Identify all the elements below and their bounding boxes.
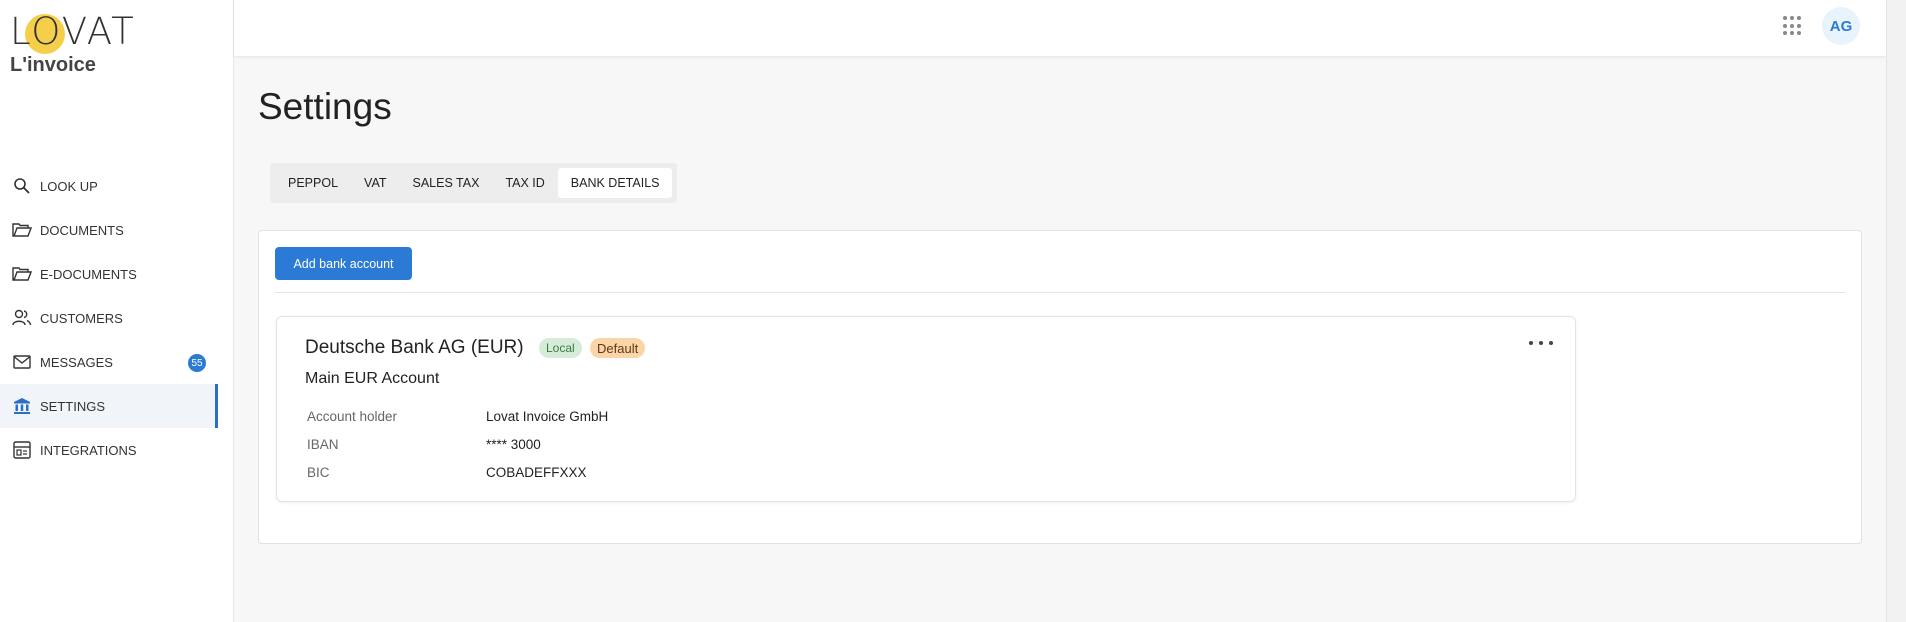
users-icon [12, 308, 32, 328]
field-value: COBADEFFXXX [486, 465, 587, 480]
sidebar-item-documents[interactable]: DOCUMENTS [0, 208, 218, 252]
integrations-icon [12, 440, 32, 460]
settings-tabs: PEPPOL VAT SALES TAX TAX ID BANK DETAILS [270, 163, 678, 203]
sidebar-item-settings[interactable]: SETTINGS [0, 384, 218, 428]
scrollbar[interactable] [1886, 0, 1906, 622]
bank-account-title: Deutsche Bank AG (EUR) [305, 337, 524, 358]
sidebar-item-label: E-DOCUMENTS [40, 266, 137, 282]
bank-details-panel: Add bank account Deutsche Bank AG (EUR) … [258, 230, 1862, 544]
bank-account-card: Deutsche Bank AG (EUR) Local Default Mai… [276, 316, 1576, 502]
tab-tax-id[interactable]: TAX ID [492, 168, 557, 198]
tab-vat[interactable]: VAT [351, 168, 399, 198]
avatar[interactable]: AG [1822, 7, 1860, 45]
logo-text: LOVAT [10, 10, 136, 53]
logo[interactable]: LOVAT [10, 12, 134, 54]
sidebar-item-customers[interactable]: CUSTOMERS [0, 296, 218, 340]
sidebar-item-look-up[interactable]: LOOK UP [0, 164, 218, 208]
sidebar: LOVAT L'invoice LOOK UP DOCUMENTS E-DOCU… [0, 0, 234, 622]
field-value: Lovat Invoice GmbH [486, 409, 609, 424]
top-bar: AG [234, 0, 1886, 56]
sidebar-item-label: INTEGRATIONS [40, 442, 137, 458]
field-label: BIC [307, 465, 330, 480]
bank-icon [12, 396, 32, 416]
local-badge: Local [539, 338, 582, 358]
sidebar-item-messages[interactable]: MESSAGES 55 [0, 340, 218, 384]
divider [275, 292, 1845, 293]
tab-sales-tax[interactable]: SALES TAX [400, 168, 493, 198]
folder-open-icon [12, 264, 32, 284]
sidebar-item-label: CUSTOMERS [40, 310, 123, 326]
sidebar-item-label: MESSAGES [40, 354, 113, 370]
tab-bank-details[interactable]: BANK DETAILS [557, 168, 673, 198]
page-title: Settings [258, 86, 392, 127]
field-label: Account holder [307, 409, 398, 424]
brand-subtitle: L'invoice [10, 54, 96, 76]
folder-open-icon [12, 220, 32, 240]
sidebar-item-label: DOCUMENTS [40, 222, 124, 238]
apps-grid-icon[interactable] [1783, 16, 1803, 36]
tab-peppol[interactable]: PEPPOL [275, 168, 351, 198]
sidebar-item-label: LOOK UP [40, 178, 98, 194]
sidebar-item-e-documents[interactable]: E-DOCUMENTS [0, 252, 218, 296]
sidebar-nav: LOOK UP DOCUMENTS E-DOCUMENTS CUSTOMERS … [0, 164, 218, 472]
sidebar-item-label: SETTINGS [40, 398, 106, 414]
field-label: IBAN [307, 437, 339, 452]
bank-account-name: Main EUR Account [305, 370, 440, 387]
more-options-icon[interactable] [1529, 337, 1553, 349]
sidebar-item-integrations[interactable]: INTEGRATIONS [0, 428, 218, 472]
add-bank-account-button[interactable]: Add bank account [275, 247, 412, 280]
messages-count-badge: 55 [188, 354, 206, 372]
field-value: **** 3000 [486, 437, 541, 452]
mail-icon [12, 352, 32, 372]
search-icon [12, 176, 32, 196]
default-badge: Default [590, 338, 646, 358]
